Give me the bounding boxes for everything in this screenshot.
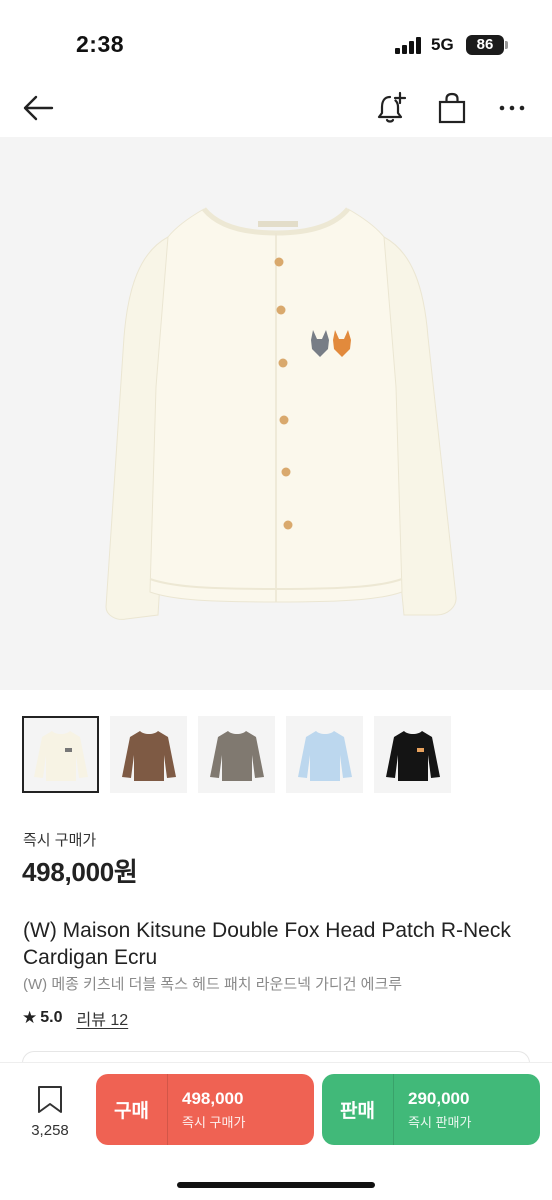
cardigan-illustration xyxy=(105,207,457,620)
status-bar: 2:38 5G 86 xyxy=(0,0,552,80)
instant-buy-price: 498,000원 xyxy=(22,857,138,887)
cardigan-thumb-icon xyxy=(33,730,88,781)
sell-info: 290,000 즉시 판매가 xyxy=(394,1089,471,1131)
sell-price: 290,000 xyxy=(408,1088,470,1108)
bottom-action-bar: 3,258 구매 498,000 즉시 구매가 판매 290,000 즉시 판매… xyxy=(0,1062,552,1200)
thumbnail-0[interactable] xyxy=(22,716,99,793)
battery-tip xyxy=(505,41,508,49)
cardigan-thumb-icon xyxy=(121,730,176,781)
thumbnail-4[interactable] xyxy=(374,716,451,793)
review-link[interactable]: 리뷰 12 xyxy=(77,1006,129,1030)
bookmark-icon xyxy=(38,1086,62,1113)
cardigan-thumb-icon xyxy=(385,730,440,781)
more-button[interactable] xyxy=(494,90,530,126)
bell-plus-icon xyxy=(377,91,407,123)
product-subtitle: (W) 메종 키츠네 더블 폭스 헤드 패치 라운드넥 가디건 에크루 xyxy=(23,976,403,993)
notify-button[interactable] xyxy=(374,90,410,126)
buy-info: 498,000 즉시 구매가 xyxy=(168,1089,245,1131)
arrow-left-icon xyxy=(23,95,54,121)
top-nav xyxy=(0,82,552,136)
more-horizontal-icon xyxy=(499,105,525,111)
buy-price: 498,000 xyxy=(182,1088,244,1108)
thumbnail-3[interactable] xyxy=(286,716,363,793)
rating-row: ★ 5.0 리뷰 12 xyxy=(22,1006,128,1030)
thumbnail-1[interactable] xyxy=(110,716,187,793)
wishlist-count: 3,258 xyxy=(31,1122,69,1139)
back-button[interactable] xyxy=(20,90,56,126)
sweater-thumb-icon xyxy=(209,730,264,781)
shopping-bag-icon xyxy=(438,92,466,124)
buy-sub-label: 즉시 구매가 xyxy=(182,1114,246,1130)
sell-sub-label: 즉시 판매가 xyxy=(408,1114,472,1130)
price-label: 즉시 구매가 xyxy=(23,832,97,849)
thumbnail-2[interactable] xyxy=(198,716,275,793)
product-title: (W) Maison Kitsune Double Fox Head Patch… xyxy=(23,919,511,969)
sweater-thumb-icon xyxy=(297,730,352,781)
shopping-bag-button[interactable] xyxy=(434,90,470,126)
buy-button[interactable]: 구매 498,000 즉시 구매가 xyxy=(96,1074,314,1145)
color-thumbnails xyxy=(22,716,532,794)
network-type: 5G xyxy=(431,35,454,54)
product-image[interactable] xyxy=(0,137,552,690)
sell-label: 판매 xyxy=(340,1101,375,1122)
sell-button[interactable]: 판매 290,000 즉시 판매가 xyxy=(322,1074,540,1145)
star-icon: ★ xyxy=(22,1008,38,1027)
buy-label: 구매 xyxy=(114,1101,149,1122)
wishlist-button[interactable]: 3,258 xyxy=(22,1085,78,1139)
battery-icon: 86 xyxy=(466,35,504,55)
signal-icon xyxy=(395,37,423,54)
status-time: 2:38 xyxy=(76,31,125,57)
home-indicator[interactable] xyxy=(177,1182,375,1188)
rating-score: 5.0 xyxy=(40,1009,63,1026)
